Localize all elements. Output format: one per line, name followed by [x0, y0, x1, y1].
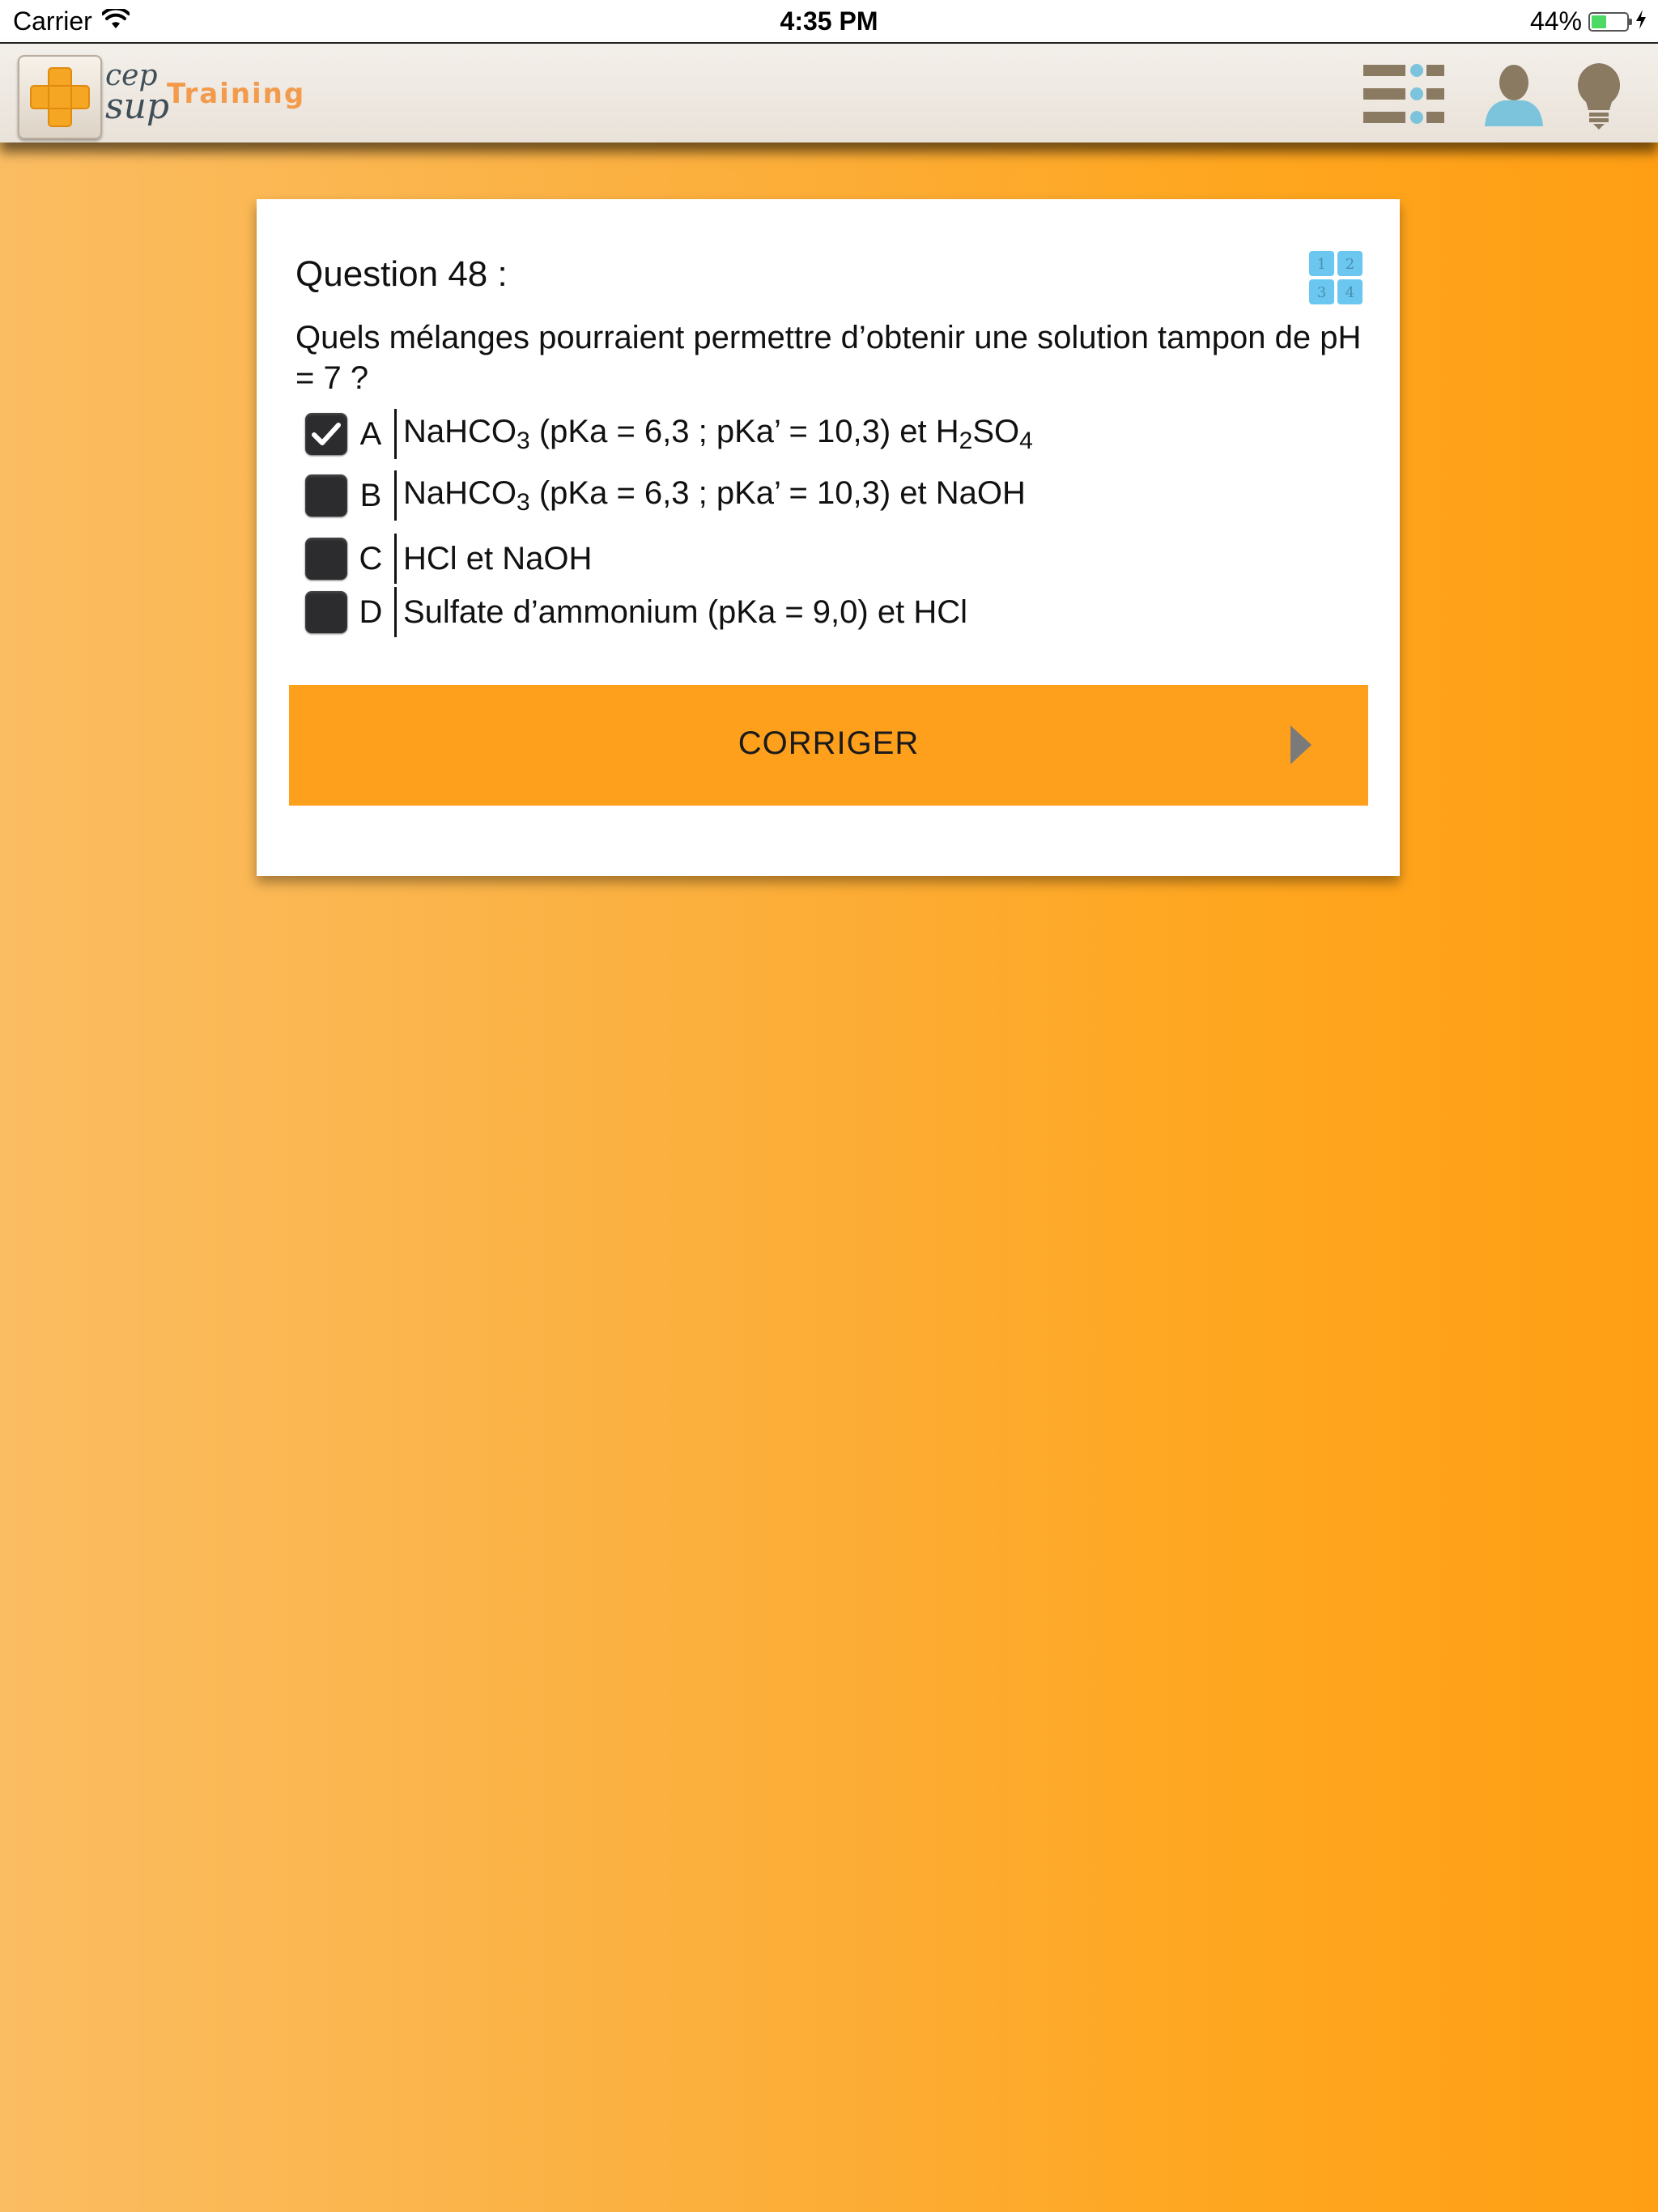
option-separator: [394, 587, 397, 637]
status-bar: Carrier 4:35 PM 44%: [0, 0, 1658, 44]
question-text: Quels mélanges pourraient permettre d’ob…: [295, 320, 1362, 396]
option-a-text: NaHCO3 (pKa = 6,3 ; pKa’ = 10,3) et H2SO…: [403, 413, 1033, 454]
option-b-letter: B: [359, 477, 382, 513]
option-b[interactable]: B NaHCO3 (pKa = 6,3 ; pKa’ = 10,3) et Na…: [305, 470, 1026, 521]
option-d-letter: D: [359, 593, 383, 630]
option-c-text: HCl et NaOH: [403, 540, 593, 576]
question-grid-icon[interactable]: 1 2 3 4: [1309, 251, 1363, 304]
question-card: Question 48 : 1 2 3 4 Quels mélanges pou…: [257, 199, 1400, 876]
option-separator: [394, 534, 397, 584]
list-menu-icon[interactable]: [1363, 62, 1444, 130]
correct-button-label: CORRIGER: [738, 725, 920, 761]
checkmark-icon: [312, 423, 341, 445]
status-time: 4:35 PM: [780, 6, 878, 36]
battery-percent: 44%: [1529, 6, 1582, 36]
grid-digit-4: 4: [1346, 284, 1354, 301]
battery-icon: [1588, 11, 1632, 32]
status-right: 44%: [1530, 6, 1647, 36]
option-a-letter: A: [359, 415, 382, 452]
option-b-text: NaHCO3 (pKa = 6,3 ; pKa’ = 10,3) et NaOH: [403, 474, 1026, 516]
option-c-checkbox[interactable]: [305, 538, 347, 580]
option-separator: [394, 409, 397, 459]
option-d-text: Sulfate d’ammonium (pKa = 9,0) et HCl: [403, 593, 967, 630]
user-icon[interactable]: [1482, 62, 1546, 130]
option-d[interactable]: D Sulfate d’ammonium (pKa = 9,0) et HCl: [305, 587, 967, 637]
app-header: cep sup Training: [0, 44, 1658, 143]
battery-level: [1592, 15, 1606, 28]
question-title: Question 48 :: [295, 254, 508, 294]
option-separator: [394, 470, 397, 521]
grid-digit-1: 1: [1317, 256, 1326, 273]
charging-icon: [1635, 6, 1647, 36]
logo-cross-icon[interactable]: [18, 55, 102, 139]
option-c-letter: C: [359, 540, 383, 576]
chevron-right-icon: [1290, 725, 1312, 764]
option-d-checkbox[interactable]: [305, 591, 347, 633]
option-a-checkbox[interactable]: [305, 413, 347, 455]
logo-text-sup: sup: [105, 86, 170, 127]
grid-digit-2: 2: [1346, 256, 1354, 273]
grid-digit-3: 3: [1317, 284, 1326, 301]
option-b-checkbox[interactable]: [305, 474, 347, 517]
logo-tagline: Training: [167, 78, 306, 110]
option-a[interactable]: A NaHCO3 (pKa = 6,3 ; pKa’ = 10,3) et H2…: [305, 409, 1033, 459]
option-c[interactable]: C HCl et NaOH: [305, 534, 593, 584]
lightbulb-icon[interactable]: [1575, 62, 1622, 134]
correct-button[interactable]: CORRIGER: [289, 685, 1368, 806]
